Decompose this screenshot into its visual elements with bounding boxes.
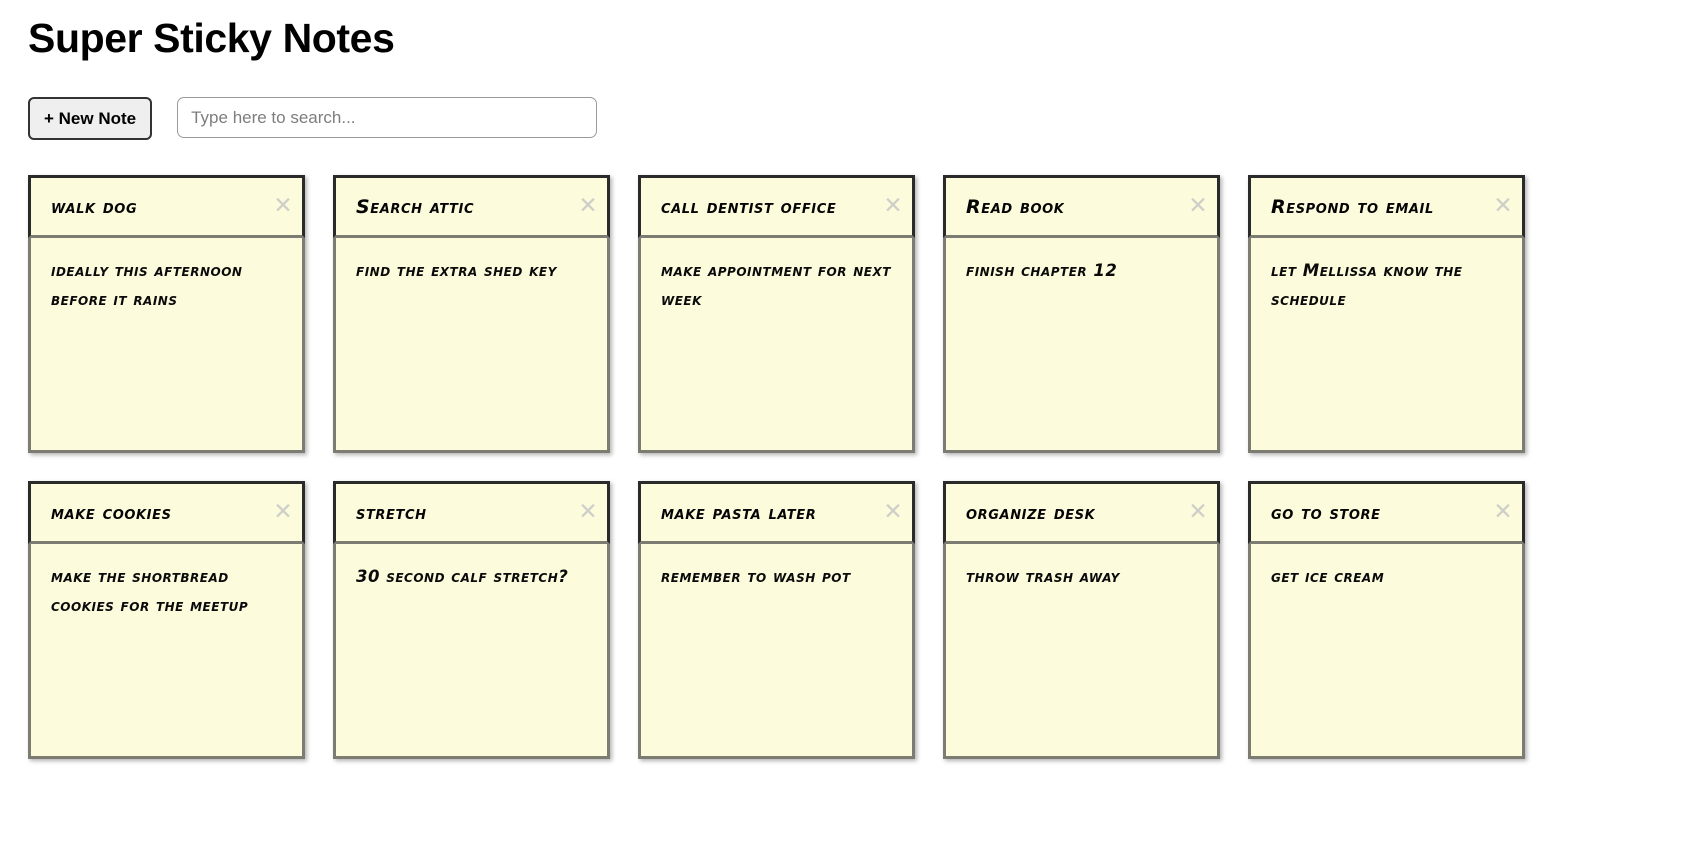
note-body-text[interactable]: remember to wash pot	[661, 562, 892, 591]
note-body-text[interactable]: make appointment for next week	[661, 256, 892, 314]
note-title[interactable]: Read book	[966, 196, 1064, 218]
sticky-note[interactable]: organize desk ✕ throw trash away	[943, 481, 1220, 759]
close-icon[interactable]: ✕	[271, 501, 295, 525]
note-title[interactable]: walk dog	[51, 196, 137, 218]
note-header[interactable]: Read book ✕	[943, 175, 1220, 238]
note-body[interactable]: make appointment for next week	[638, 238, 915, 453]
note-header[interactable]: make cookies ✕	[28, 481, 305, 544]
note-body[interactable]: 30 second calf stretch?	[333, 544, 610, 759]
note-body-text[interactable]: 30 second calf stretch?	[356, 562, 587, 591]
toolbar: + New Note	[28, 97, 598, 140]
note-title[interactable]: make pasta later	[661, 502, 816, 524]
note-body[interactable]: make the shortbread cookies for the meet…	[28, 544, 305, 759]
note-body[interactable]: ideally this afternoon before it rains	[28, 238, 305, 453]
close-icon[interactable]: ✕	[271, 195, 295, 219]
note-body-text[interactable]: finish chapter 12	[966, 256, 1197, 285]
sticky-note[interactable]: Search attic ✕ find the extra shed key	[333, 175, 610, 453]
sticky-note[interactable]: Respond to email ✕ let Mellissa know the s…	[1248, 175, 1525, 453]
note-title[interactable]: make cookies	[51, 502, 172, 524]
close-icon[interactable]: ✕	[1186, 195, 1210, 219]
note-header[interactable]: Search attic ✕	[333, 175, 610, 238]
sticky-note[interactable]: walk dog ✕ ideally this afternoon before i…	[28, 175, 305, 453]
close-icon[interactable]: ✕	[1491, 501, 1515, 525]
note-body-text[interactable]: let Mellissa know the schedule	[1271, 256, 1502, 314]
sticky-note[interactable]: stretch ✕ 30 second calf stretch?	[333, 481, 610, 759]
note-header[interactable]: make pasta later ✕	[638, 481, 915, 544]
close-icon[interactable]: ✕	[881, 501, 905, 525]
close-icon[interactable]: ✕	[576, 195, 600, 219]
note-title[interactable]: organize desk	[966, 502, 1095, 524]
sticky-note[interactable]: make pasta later ✕ remember to wash pot	[638, 481, 915, 759]
note-title[interactable]: Respond to email	[1271, 196, 1434, 218]
note-header[interactable]: Respond to email ✕	[1248, 175, 1525, 238]
note-body-text[interactable]: make the shortbread cookies for the meet…	[51, 562, 282, 620]
note-title[interactable]: Search attic	[356, 196, 474, 218]
note-header[interactable]: stretch ✕	[333, 481, 610, 544]
note-body[interactable]: let Mellissa know the schedule	[1248, 238, 1525, 453]
note-body-text[interactable]: get ice cream	[1271, 562, 1502, 591]
note-title[interactable]: call dentist office	[661, 196, 836, 218]
close-icon[interactable]: ✕	[1491, 195, 1515, 219]
note-header[interactable]: walk dog ✕	[28, 175, 305, 238]
close-icon[interactable]: ✕	[1186, 501, 1210, 525]
search-input[interactable]	[177, 97, 598, 138]
close-icon[interactable]: ✕	[576, 501, 600, 525]
note-body[interactable]: get ice cream	[1248, 544, 1525, 759]
note-title[interactable]: go to store	[1271, 502, 1381, 524]
note-header[interactable]: call dentist office ✕	[638, 175, 915, 238]
sticky-note[interactable]: call dentist office ✕ make appointment for…	[638, 175, 915, 453]
note-title[interactable]: stretch	[356, 502, 427, 524]
note-body-text[interactable]: find the extra shed key	[356, 256, 587, 285]
close-icon[interactable]: ✕	[881, 195, 905, 219]
note-body[interactable]: finish chapter 12	[943, 238, 1220, 453]
sticky-note[interactable]: make cookies ✕ make the shortbread cookies…	[28, 481, 305, 759]
note-body[interactable]: throw trash away	[943, 544, 1220, 759]
page-title: Super Sticky Notes	[28, 15, 395, 61]
note-body-text[interactable]: throw trash away	[966, 562, 1197, 591]
notes-grid: walk dog ✕ ideally this afternoon before i…	[28, 175, 1668, 759]
note-body[interactable]: find the extra shed key	[333, 238, 610, 453]
note-header[interactable]: go to store ✕	[1248, 481, 1525, 544]
new-note-button[interactable]: + New Note	[28, 97, 153, 140]
note-body[interactable]: remember to wash pot	[638, 544, 915, 759]
note-body-text[interactable]: ideally this afternoon before it rains	[51, 256, 282, 314]
sticky-note[interactable]: Read book ✕ finish chapter 12	[943, 175, 1220, 453]
sticky-note[interactable]: go to store ✕ get ice cream	[1248, 481, 1525, 759]
note-header[interactable]: organize desk ✕	[943, 481, 1220, 544]
